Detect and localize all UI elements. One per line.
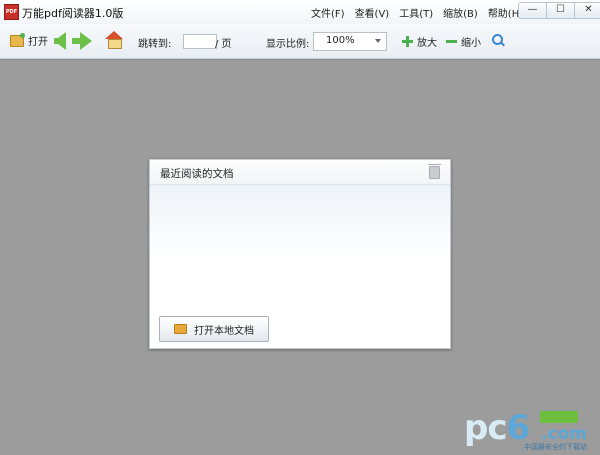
close-button[interactable]: ✕	[575, 2, 600, 19]
recent-documents-list: 打开本地文档	[150, 185, 450, 348]
menu-tools[interactable]: 工具(T)	[399, 5, 433, 20]
pdf-app-icon: PDF	[4, 4, 19, 20]
zoom-in-button[interactable]: 放大	[402, 34, 437, 49]
watermark-tagline: 中国最安全的下载站	[524, 443, 587, 451]
panel-header: 最近阅读的文档	[150, 160, 450, 185]
chevron-down-icon	[375, 39, 381, 43]
forward-arrow-icon[interactable]	[72, 32, 92, 50]
folder-icon	[174, 324, 187, 334]
home-icon[interactable]	[105, 31, 123, 49]
window-controls: — ☐ ✕	[518, 2, 600, 19]
menu-file[interactable]: 文件(F)	[311, 5, 345, 20]
open-button[interactable]: 打开	[10, 32, 48, 48]
page-suffix-label: / 页	[215, 39, 232, 50]
jump-to-label: 跳转到:	[138, 39, 172, 50]
maximize-button[interactable]: ☐	[547, 2, 575, 19]
menu-view[interactable]: 查看(V)	[355, 5, 390, 20]
back-arrow-icon[interactable]	[54, 32, 66, 50]
minus-icon	[446, 40, 457, 43]
zoom-select[interactable]: 100%	[313, 32, 387, 51]
minimize-button[interactable]: —	[518, 2, 547, 19]
zoom-value: 100%	[326, 35, 355, 46]
watermark-pc: pc	[464, 408, 507, 448]
open-folder-icon	[10, 32, 25, 47]
title-bar: PDF 万能pdf阅读器1.0版 文件(F) 查看(V) 工具(T) 缩放(B)…	[0, 0, 600, 24]
panel-title: 最近阅读的文档	[160, 168, 234, 180]
toolbar: 打开 跳转到: / 页 显示比例: 100% 放大 缩小	[0, 24, 600, 59]
watermark-green-tag	[540, 411, 578, 423]
menu-bar: 文件(F) 查看(V) 工具(T) 缩放(B) 帮助(H)	[311, 5, 523, 20]
zoom-out-button[interactable]: 缩小	[446, 34, 481, 49]
page-number-input[interactable]	[183, 34, 217, 49]
open-local-label: 打开本地文档	[194, 325, 254, 337]
plus-icon	[402, 36, 413, 47]
recent-documents-panel: 最近阅读的文档 打开本地文档	[149, 159, 451, 349]
watermark-com: .com	[541, 424, 587, 444]
open-label: 打开	[28, 37, 48, 48]
zoom-in-label: 放大	[417, 38, 437, 49]
zoom-ratio-label: 显示比例:	[266, 39, 310, 50]
menu-zoom[interactable]: 缩放(B)	[443, 5, 478, 20]
window-title: 万能pdf阅读器1.0版	[22, 7, 124, 20]
search-icon[interactable]	[492, 34, 505, 47]
zoom-out-label: 缩小	[461, 38, 481, 49]
open-local-document-button[interactable]: 打开本地文档	[159, 316, 269, 342]
pc6-watermark-logo: pc6 .com 中国最安全的下载站	[462, 404, 594, 452]
trash-icon[interactable]	[428, 164, 441, 179]
